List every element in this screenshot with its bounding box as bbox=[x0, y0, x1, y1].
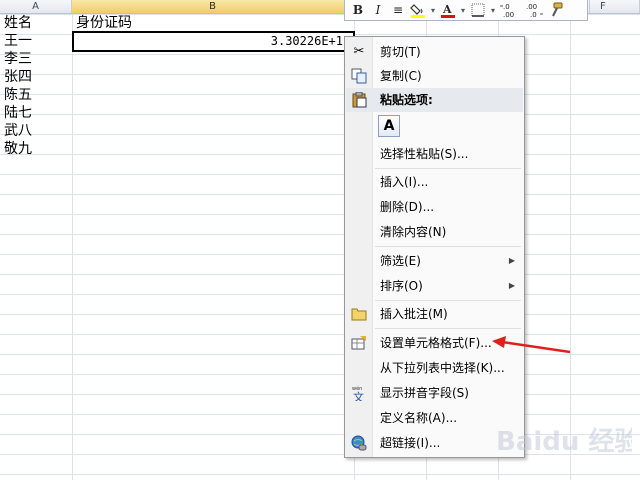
comment-icon bbox=[351, 306, 367, 322]
menu-label: 插入(I)... bbox=[380, 175, 429, 189]
submenu-arrow-icon: ▶ bbox=[508, 281, 515, 290]
menu-section-paste-options: 粘贴选项: bbox=[346, 88, 523, 112]
borders-icon bbox=[471, 3, 485, 17]
menu-label: 删除(D)... bbox=[380, 200, 435, 214]
italic-button[interactable]: I bbox=[369, 1, 387, 19]
hyperlink-globe-icon bbox=[351, 435, 367, 451]
cell-a5[interactable]: 陈五 bbox=[4, 86, 32, 105]
menu-separator bbox=[375, 300, 521, 301]
submenu-arrow-icon: ▶ bbox=[508, 256, 515, 265]
phonetic-icon: wén 文 bbox=[351, 385, 367, 404]
annotation-arrow bbox=[492, 336, 571, 354]
increase-decimal-button[interactable]: .0 .00 bbox=[499, 1, 521, 19]
menu-separator bbox=[375, 328, 521, 329]
grid-line bbox=[570, 14, 571, 480]
format-cells-icon bbox=[351, 335, 367, 351]
menu-separator bbox=[375, 168, 521, 169]
cell-a7[interactable]: 武八 bbox=[4, 122, 32, 141]
menu-item-delete[interactable]: 删除(D)... bbox=[346, 195, 523, 219]
menu-item-filter[interactable]: 筛选(E) ▶ bbox=[346, 249, 523, 273]
grid-line bbox=[72, 14, 73, 480]
cell-a1[interactable]: 姓名 bbox=[4, 14, 32, 33]
menu-label: 从下拉列表中选择(K)... bbox=[380, 361, 505, 375]
cell-a8[interactable]: 敬九 bbox=[4, 140, 32, 159]
copy-icon bbox=[351, 68, 367, 84]
decrease-decimal-button[interactable]: .00 .0 bbox=[523, 1, 545, 19]
svg-text:.0: .0 bbox=[530, 11, 537, 18]
menu-label: 超链接(I)... bbox=[380, 436, 441, 450]
align-center-button[interactable]: ≡ bbox=[389, 1, 407, 19]
menu-item-clear-contents[interactable]: 清除内容(N) bbox=[346, 220, 523, 244]
menu-item-insert[interactable]: 插入(I)... bbox=[346, 170, 523, 194]
font-color-letter: A bbox=[442, 3, 452, 16]
decrease-decimal-icon: .00 .0 bbox=[526, 3, 543, 18]
menu-item-sort[interactable]: 排序(O) ▶ bbox=[346, 274, 523, 298]
cell-grid[interactable] bbox=[0, 14, 640, 480]
svg-text:.00: .00 bbox=[503, 11, 514, 18]
menu-label: 定义名称(A)... bbox=[380, 411, 458, 425]
chevron-down-icon[interactable]: ▾ bbox=[489, 6, 497, 15]
clipboard-icon bbox=[351, 91, 367, 108]
menu-item-cut[interactable]: ✂ 剪切(T) bbox=[346, 40, 523, 64]
bold-button[interactable]: B bbox=[349, 1, 367, 19]
menu-label: 筛选(E) bbox=[380, 254, 421, 268]
svg-text:.00: .00 bbox=[526, 3, 537, 11]
menu-label: 插入批注(M) bbox=[380, 307, 448, 321]
increase-decimal-icon: .0 .00 bbox=[500, 3, 514, 18]
baidu-watermark: Baidu 经验 bbox=[496, 426, 632, 457]
cell-a2[interactable]: 王一 bbox=[4, 32, 32, 51]
cell-a6[interactable]: 陆七 bbox=[4, 104, 32, 123]
cell-b2-selected[interactable]: 3.30226E+1 bbox=[72, 31, 355, 52]
menu-label: 复制(C) bbox=[380, 69, 422, 83]
menu-label: 剪切(T) bbox=[380, 45, 421, 59]
menu-item-copy[interactable]: 复制(C) bbox=[346, 64, 523, 88]
column-header-a[interactable]: A bbox=[0, 0, 72, 13]
menu-label: 粘贴选项: bbox=[380, 93, 433, 107]
borders-button[interactable] bbox=[469, 1, 487, 19]
menu-label: 显示拼音字段(S) bbox=[380, 386, 469, 400]
menu-label: 清除内容(N) bbox=[380, 225, 447, 239]
scissors-icon: ✂ bbox=[353, 44, 365, 59]
context-menu: ✂ 剪切(T) 复制(C) 粘贴选项: A 选择性粘贴(S)... 插入(I).… bbox=[344, 36, 525, 458]
phonetic-icon-char: 文 bbox=[353, 390, 364, 401]
menu-label: 设置单元格格式(F)... bbox=[380, 336, 492, 350]
cell-a4[interactable]: 张四 bbox=[4, 68, 32, 87]
menu-label: 选择性粘贴(S)... bbox=[380, 147, 469, 161]
font-color-button[interactable]: A bbox=[439, 1, 457, 19]
format-painter-button[interactable] bbox=[547, 1, 565, 19]
format-painter-icon bbox=[552, 2, 563, 17]
watermark-text: Baidu 经验 bbox=[496, 426, 632, 457]
column-header-f[interactable]: F bbox=[590, 0, 640, 13]
fill-color-button[interactable] bbox=[409, 1, 427, 19]
font-color-icon: A bbox=[441, 3, 455, 18]
cell-a3[interactable]: 李三 bbox=[4, 50, 32, 69]
mini-toolbar: B I ≡ ▾ A ▾ ▾ .0 .00 .00 .0 bbox=[344, 0, 588, 21]
menu-item-pick-from-list[interactable]: 从下拉列表中选择(K)... bbox=[346, 356, 523, 380]
menu-item-show-phonetic[interactable]: wén 文 显示拼音字段(S) bbox=[346, 381, 523, 405]
column-header-b[interactable]: B bbox=[72, 0, 354, 13]
chevron-down-icon[interactable]: ▾ bbox=[459, 6, 467, 15]
menu-item-insert-comment[interactable]: 插入批注(M) bbox=[346, 302, 523, 326]
fill-bucket-icon bbox=[410, 4, 425, 18]
menu-separator bbox=[375, 246, 521, 247]
menu-label: 排序(O) bbox=[380, 279, 423, 293]
spreadsheet: A B F 姓名 身份证码 王一 李三 张四 陈五 陆七 武八 敬九 3.302… bbox=[0, 0, 640, 480]
paste-values-button[interactable]: A bbox=[378, 115, 400, 137]
menu-item-paste-special[interactable]: 选择性粘贴(S)... bbox=[346, 142, 523, 166]
svg-text:.0: .0 bbox=[503, 3, 510, 11]
chevron-down-icon[interactable]: ▾ bbox=[429, 6, 437, 15]
